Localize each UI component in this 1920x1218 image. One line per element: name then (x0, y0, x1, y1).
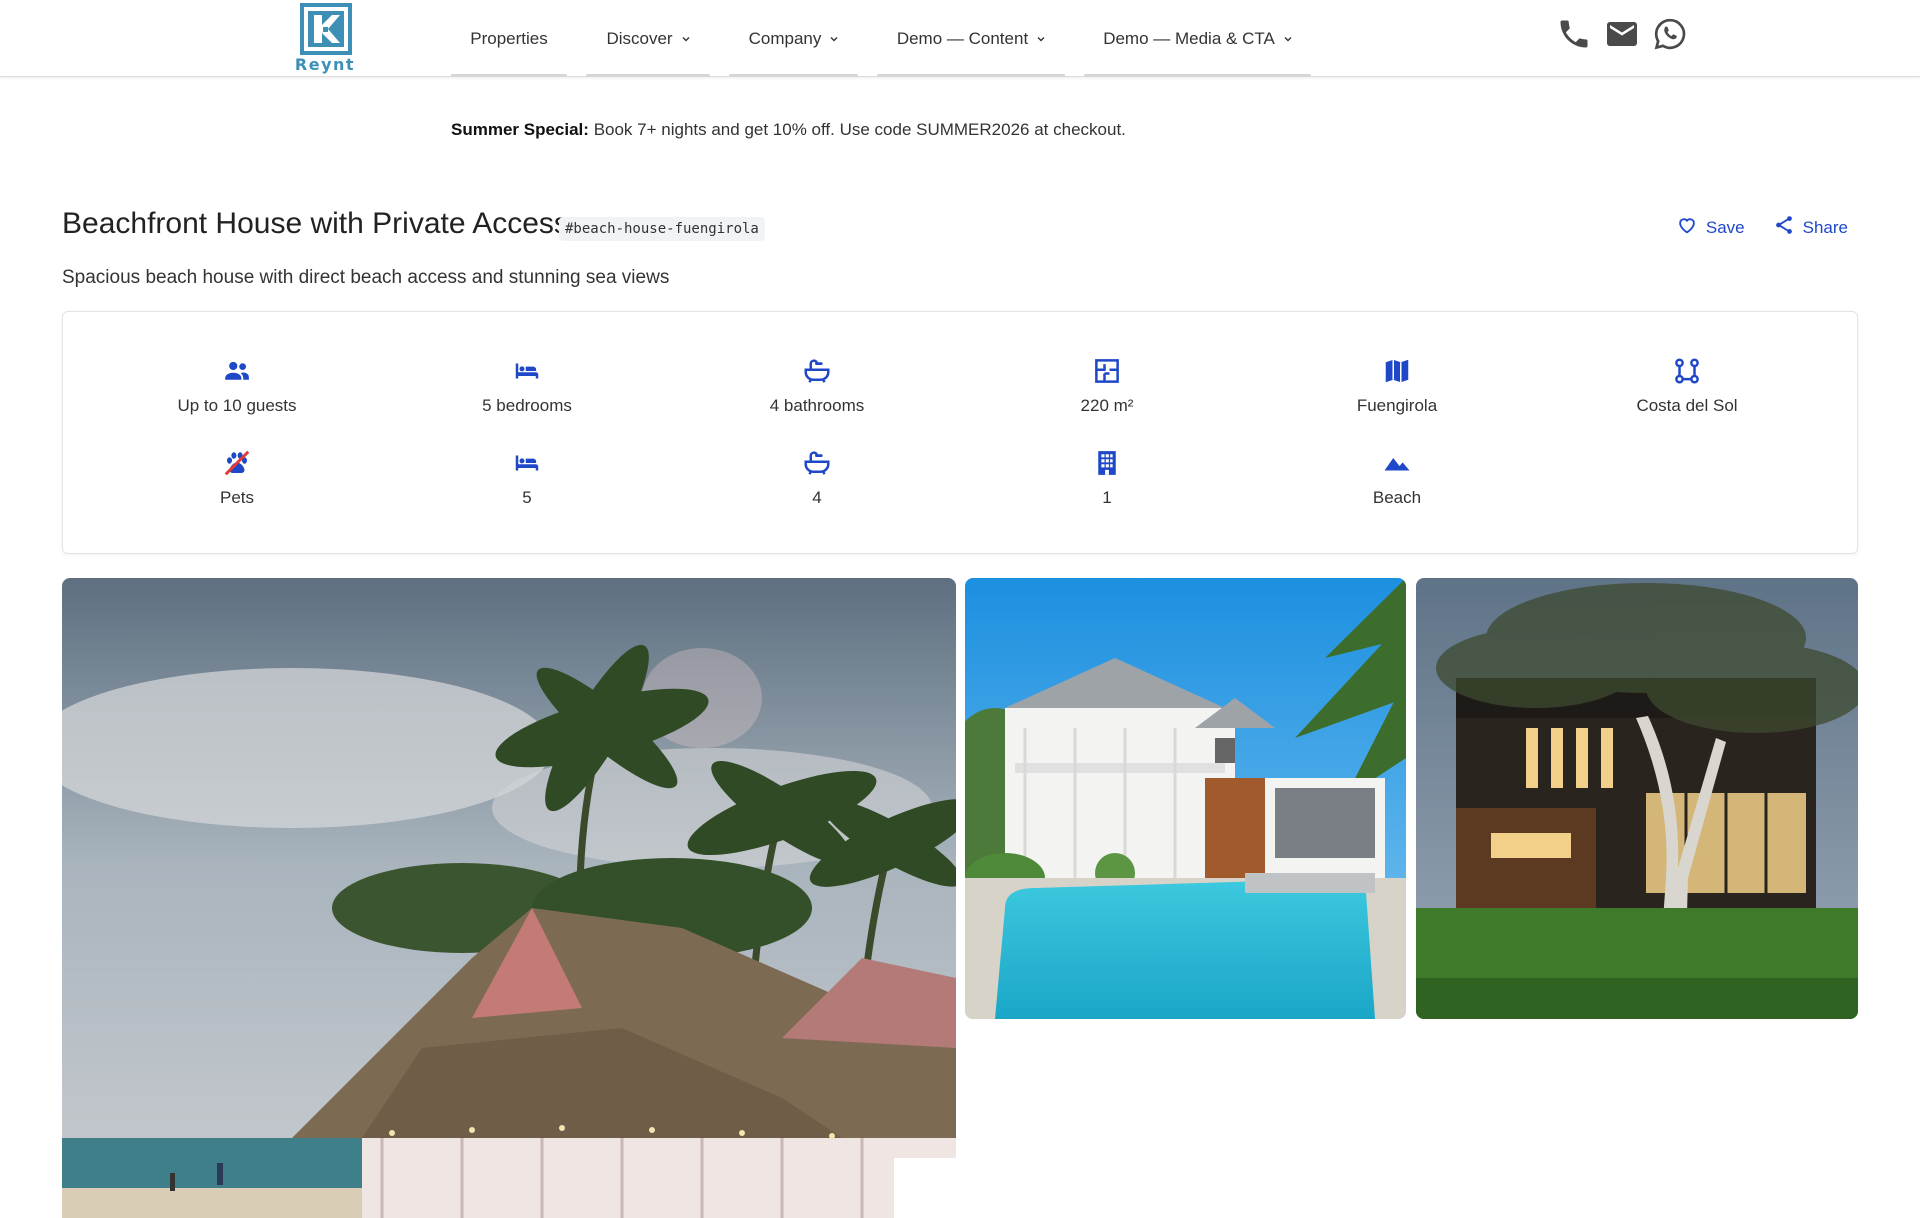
nav-item-demo-content[interactable]: Demo — Content (877, 0, 1065, 77)
share-icon (1773, 214, 1803, 241)
promo-banner: Summer Special: Book 7+ nights and get 1… (451, 120, 1126, 140)
nav-item-demo-media-cta[interactable]: Demo — Media & CTA (1084, 0, 1311, 77)
share-button[interactable]: Share (1773, 214, 1848, 241)
fact-label: Up to 10 guests (177, 396, 297, 415)
share-label: Share (1802, 217, 1848, 237)
fact-guests: Up to 10 guests (92, 356, 382, 416)
fact-area: 220 m² (962, 356, 1252, 416)
site-header: Reynt Properties Discover Company Demo —… (0, 0, 1920, 77)
guests-icon (222, 356, 252, 386)
fact-bedrooms: 5 bedrooms (382, 356, 672, 416)
heart-icon (1676, 214, 1706, 241)
property-actions: Save Share (1648, 214, 1848, 241)
nav-item-label: Discover (606, 28, 673, 48)
nav-item-label: Demo — Content (896, 28, 1029, 48)
fact-location-type: Beach (1252, 448, 1542, 508)
save-button[interactable]: Save (1676, 214, 1745, 241)
nav-item-label: Company (748, 28, 822, 48)
chevron-down-icon (682, 35, 690, 43)
whatsapp-icon[interactable] (1652, 16, 1688, 52)
logo-mark-icon (300, 3, 352, 55)
main-nav: Properties Discover Company Demo — Conte… (451, 0, 1330, 77)
bed-icon (512, 356, 542, 386)
bathtub-icon (802, 356, 832, 386)
fact-label: Costa del Sol (1636, 396, 1738, 415)
save-label: Save (1705, 217, 1745, 237)
bed-icon (512, 448, 542, 478)
nav-item-properties[interactable]: Properties (451, 0, 567, 77)
beach-resort-photo[interactable] (62, 578, 956, 1218)
fact-label: Beach (1372, 488, 1422, 507)
nav-item-label: Demo — Media & CTA (1103, 28, 1275, 48)
fact-pets: Pets (92, 448, 382, 508)
property-subtitle: Spacious beach house with direct beach a… (62, 267, 670, 288)
fact-label: 220 m² (1080, 396, 1134, 415)
fact-region: Costa del Sol (1542, 356, 1832, 416)
chevron-down-icon (1037, 35, 1045, 43)
fact-label: 5 (522, 488, 532, 507)
fact-city: Fuengirola (1252, 356, 1542, 416)
contact-icons (1556, 16, 1700, 52)
fact-bathrooms: 4 bathrooms (672, 356, 962, 416)
fact-floors: 1 (962, 448, 1252, 508)
property-slug: #beach-house-fuengirola (559, 217, 765, 241)
nav-item-discover[interactable]: Discover (586, 0, 710, 77)
fact-baths: 4 (672, 448, 962, 508)
chevron-down-icon (1284, 35, 1292, 43)
mail-icon[interactable] (1604, 16, 1640, 52)
promo-label: Summer Special: (451, 120, 589, 139)
property-facts-card: Up to 10 guests 5 bedrooms 4 bathrooms 2… (62, 311, 1858, 554)
fact-label: Fuengirola (1356, 396, 1438, 415)
fact-beds: 5 (382, 448, 672, 508)
fact-label: Pets (219, 488, 255, 507)
phone-icon[interactable] (1556, 16, 1592, 52)
floorplan-icon (1092, 356, 1122, 386)
brand-name: Reynt (294, 55, 356, 74)
nav-item-label: Properties (470, 28, 548, 48)
fact-label: 1 (1102, 488, 1112, 507)
no-pets-icon (222, 448, 252, 478)
fact-label: 5 bedrooms (482, 396, 572, 415)
fact-label: 4 bathrooms (769, 396, 865, 415)
nav-item-company[interactable]: Company (729, 0, 858, 77)
modern-house-garden-photo[interactable] (1416, 578, 1858, 1019)
brand-logo[interactable]: Reynt (294, 3, 356, 75)
page-title: Beachfront House with Private Access (62, 207, 569, 240)
promo-text: Book 7+ nights and get 10% off. Use code… (593, 120, 1126, 139)
bathtub-icon (802, 448, 832, 478)
white-house-pool-photo[interactable] (965, 578, 1406, 1019)
map-icon (1382, 356, 1412, 386)
chevron-down-icon (830, 35, 838, 43)
fact-label: 4 (812, 488, 822, 507)
landscape-icon (1382, 448, 1412, 478)
region-icon (1672, 356, 1702, 386)
building-icon (1092, 448, 1122, 478)
